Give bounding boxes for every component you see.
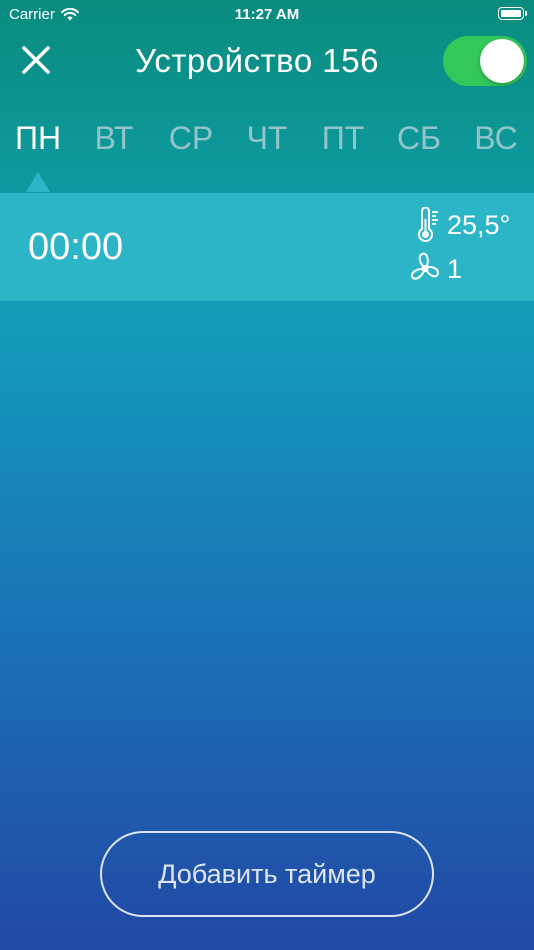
power-toggle[interactable]	[443, 36, 527, 86]
thermometer-icon	[418, 207, 438, 242]
tab-mon[interactable]: ПН	[0, 120, 76, 157]
tab-sat[interactable]: СБ	[381, 120, 457, 157]
toggle-knob	[480, 39, 524, 83]
tab-tue[interactable]: ВТ	[76, 120, 152, 157]
status-bar: Carrier 11:27 AM	[0, 0, 534, 28]
status-time: 11:27 AM	[234, 6, 300, 23]
fan-icon	[410, 252, 439, 280]
fan-speed-value: 1	[447, 254, 463, 284]
page-title: Устройство 156	[135, 42, 379, 79]
timer-row[interactable]: 00:00 25,5° 1	[0, 193, 534, 301]
timer-time: 00:00	[28, 226, 124, 268]
tab-sun[interactable]: ВС	[458, 120, 534, 157]
nav-bar: Устройство 156	[0, 28, 534, 96]
add-timer-button[interactable]: Добавить таймер	[100, 831, 434, 917]
battery-icon	[498, 7, 527, 20]
selected-day-indicator	[26, 172, 50, 192]
day-tabs: ПН ВТ СР ЧТ ПТ СБ ВС	[0, 120, 534, 170]
tab-wed[interactable]: СР	[153, 120, 229, 157]
tab-fri[interactable]: ПТ	[305, 120, 381, 157]
temperature-value: 25,5°	[447, 210, 511, 240]
tab-thu[interactable]: ЧТ	[229, 120, 305, 157]
